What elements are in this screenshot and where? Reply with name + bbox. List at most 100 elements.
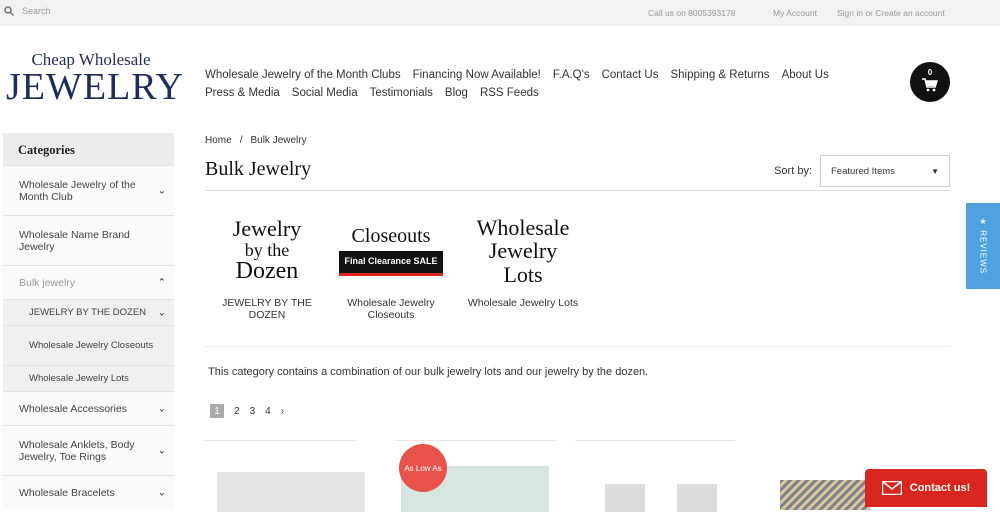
- image-text: Wholesale: [476, 215, 570, 241]
- sidebar-item-label: Wholesale Jewelry Lots: [29, 373, 129, 384]
- pagination: 1 2 3 4 ›: [210, 404, 284, 418]
- sort-control: Sort by: Featured Items ▼: [774, 155, 950, 187]
- chevron-down-icon[interactable]: ⌄: [158, 487, 166, 498]
- chevron-down-icon[interactable]: ⌄: [158, 403, 166, 414]
- chevron-down-icon[interactable]: ⌄: [158, 445, 166, 456]
- subcategory-closeouts[interactable]: Closeouts Final Clearance SALE Wholesale…: [329, 205, 453, 321]
- breadcrumb-separator: /: [239, 134, 243, 146]
- nav-testimonials[interactable]: Testimonials: [370, 87, 433, 99]
- product-card[interactable]: [780, 480, 870, 510]
- sidebar-item-dozen[interactable]: JEWELRY BY THE DOZEN ⌄: [3, 299, 174, 325]
- signin-link[interactable]: Sign in or Create an account: [837, 8, 945, 18]
- nav-financing[interactable]: Financing Now Available!: [413, 69, 541, 81]
- main-nav: Wholesale Jewelry of the Month Clubs Fin…: [205, 66, 865, 102]
- breadcrumb-home[interactable]: Home: [205, 135, 232, 146]
- page-3[interactable]: 3: [250, 406, 256, 417]
- sale-badge: As Low As: [399, 444, 447, 492]
- nav-faq[interactable]: F.A.Q's: [553, 69, 590, 81]
- sidebar-item-label: Wholesale Jewelry Closeouts: [29, 340, 154, 351]
- nav-contact[interactable]: Contact Us: [602, 69, 659, 81]
- search-box[interactable]: Search: [4, 6, 51, 16]
- nav-rss[interactable]: RSS Feeds: [480, 87, 539, 99]
- breadcrumb-current[interactable]: Bulk Jewelry: [250, 135, 306, 146]
- image-text: by the: [244, 239, 290, 260]
- nav-press[interactable]: Press & Media: [205, 87, 280, 99]
- subcategory-dozen[interactable]: Jewelry by the Dozen JEWELRY BY THE DOZE…: [205, 205, 329, 321]
- top-bar: Search Call us on 8005393178 My Account …: [0, 0, 1000, 26]
- my-account-link[interactable]: My Account: [773, 8, 817, 18]
- reviews-tab[interactable]: ★ REVIEWS: [966, 203, 1000, 289]
- main-content: Home / Bulk Jewelry Bulk Jewelry Sort by…: [205, 130, 950, 418]
- subcategory-label[interactable]: Wholesale Jewelry Closeouts: [329, 297, 453, 321]
- search-input[interactable]: Search: [22, 6, 51, 16]
- image-text: Jewelry: [232, 216, 302, 242]
- sidebar-item-label: Wholesale Name Brand Jewelry: [19, 228, 130, 253]
- sidebar-item-month-club[interactable]: Wholesale Jewelry of the Month Club ⌄: [3, 165, 174, 215]
- sidebar-item-bracelets[interactable]: Wholesale Bracelets ⌄: [3, 475, 174, 509]
- subcategory-lots[interactable]: Wholesale Jewelry Lots Wholesale Jewelry…: [453, 205, 593, 321]
- sort-label: Sort by:: [774, 165, 812, 177]
- site-logo[interactable]: Cheap Wholesale JEWELRY: [6, 50, 184, 108]
- chevron-down-icon[interactable]: ⌄: [158, 307, 166, 318]
- sort-select[interactable]: Featured Items ▼: [820, 155, 950, 187]
- next-page-icon[interactable]: ›: [281, 406, 284, 417]
- sidebar-item-label: Wholesale Anklets, Body Jewelry, Toe Rin…: [19, 438, 135, 463]
- cart-count: 0: [927, 68, 933, 77]
- image-text: Lots: [503, 261, 543, 287]
- page-1[interactable]: 1: [210, 404, 224, 418]
- nav-month-clubs[interactable]: Wholesale Jewelry of the Month Clubs: [205, 69, 401, 81]
- subcategory-grid: Jewelry by the Dozen JEWELRY BY THE DOZE…: [205, 205, 593, 321]
- sidebar-item-label: Wholesale Jewelry of the Month Club: [19, 178, 136, 203]
- divider: [205, 190, 950, 191]
- product-card[interactable]: [605, 484, 645, 512]
- sidebar-item-bulk[interactable]: Bulk jewelry ⌃: [3, 265, 174, 299]
- category-description: This category contains a combination of …: [208, 366, 649, 378]
- nav-blog[interactable]: Blog: [445, 87, 468, 99]
- phone-link[interactable]: Call us on 8005393178: [648, 8, 735, 18]
- image-text: Dozen: [235, 258, 299, 285]
- image-text: Jewelry: [488, 238, 558, 264]
- page-4[interactable]: 4: [265, 406, 271, 417]
- sidebar-item-lots[interactable]: Wholesale Jewelry Lots: [3, 365, 174, 391]
- subcategory-label[interactable]: Wholesale Jewelry Lots: [453, 297, 593, 309]
- product-card[interactable]: [217, 472, 365, 512]
- sidebar-item-closeouts[interactable]: Wholesale Jewelry Closeouts: [3, 325, 174, 365]
- sidebar-item-label: Bulk jewelry: [19, 276, 76, 289]
- nav-social[interactable]: Social Media: [292, 87, 358, 99]
- sale-badge: Final Clearance SALE: [339, 251, 443, 276]
- sidebar-item-label: JEWELRY BY THE DOZEN: [29, 307, 147, 318]
- subcategory-image[interactable]: Jewelry by the Dozen: [205, 205, 329, 297]
- sidebar-item-anklets[interactable]: Wholesale Anklets, Body Jewelry, Toe Rin…: [3, 425, 174, 475]
- divider: [205, 440, 355, 441]
- breadcrumb: Home / Bulk Jewelry: [205, 130, 950, 150]
- sort-value: Featured Items: [831, 165, 895, 177]
- sidebar-item-label: Wholesale Accessories: [19, 402, 127, 415]
- dropdown-arrow-icon: ▼: [931, 166, 939, 176]
- sidebar-heading: Categories: [3, 133, 174, 165]
- badge-text: As Low As: [404, 463, 442, 473]
- cart-button[interactable]: 0: [910, 62, 950, 102]
- contact-us-button[interactable]: Contact us!: [865, 469, 987, 507]
- product-grid: As Low As: [205, 440, 950, 512]
- cart-icon: [922, 78, 938, 92]
- subcategory-image[interactable]: Wholesale Jewelry Lots: [453, 205, 593, 297]
- chevron-up-icon[interactable]: ⌃: [158, 277, 166, 288]
- sidebar-item-name-brand[interactable]: Wholesale Name Brand Jewelry: [3, 215, 174, 265]
- search-icon: [4, 6, 14, 16]
- divider: [395, 440, 555, 441]
- category-sidebar: Categories Wholesale Jewelry of the Mont…: [3, 133, 174, 509]
- chevron-down-icon[interactable]: ⌄: [158, 185, 166, 196]
- logo-line2: JEWELRY: [6, 66, 184, 108]
- page-title: Bulk Jewelry: [205, 158, 312, 180]
- nav-shipping[interactable]: Shipping & Returns: [670, 69, 769, 81]
- sidebar-item-accessories[interactable]: Wholesale Accessories ⌄: [3, 391, 174, 425]
- nav-about[interactable]: About Us: [782, 69, 829, 81]
- product-card[interactable]: [677, 484, 717, 512]
- envelope-icon: [881, 481, 902, 495]
- page-2[interactable]: 2: [234, 406, 240, 417]
- divider: [575, 440, 735, 441]
- subcategory-image[interactable]: Closeouts Final Clearance SALE: [329, 205, 453, 297]
- subcategory-label[interactable]: JEWELRY BY THE DOZEN: [205, 297, 329, 321]
- divider: [205, 346, 950, 347]
- sidebar-item-label: Wholesale Bracelets: [19, 486, 115, 499]
